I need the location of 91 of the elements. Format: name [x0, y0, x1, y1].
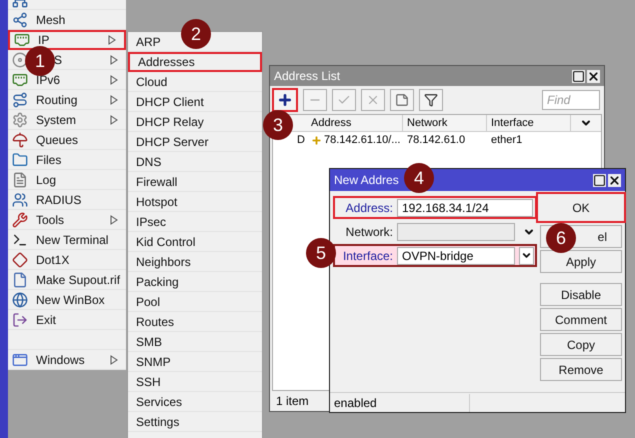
dialog-button[interactable]: Disable [540, 283, 622, 306]
submenu-item[interactable]: DNS [128, 152, 262, 172]
close-icon[interactable] [608, 174, 621, 186]
wrench-icon [12, 212, 28, 228]
table-cell-text: D [297, 133, 305, 148]
menu-item[interactable]: Exit [8, 310, 126, 330]
menu-item[interactable]: Mesh [8, 10, 126, 30]
route-icon [12, 92, 28, 108]
submenu-item[interactable]: DHCP Server [128, 132, 262, 152]
ethernet-port-icon [14, 32, 30, 48]
submenu-item[interactable]: Kid Control [128, 232, 262, 252]
note-button[interactable] [390, 89, 414, 111]
submenu-item[interactable]: DHCP Client [128, 92, 262, 112]
menu-item[interactable]: Routing [8, 90, 126, 110]
step-badge: 2 [181, 19, 211, 49]
menu-item[interactable]: IP [8, 30, 126, 50]
ethernet-port-icon [12, 72, 28, 88]
input-field[interactable]: 192.168.34.1/24 [397, 198, 533, 216]
cross-icon [366, 93, 380, 107]
maximize-icon[interactable] [572, 70, 585, 82]
exit-icon [12, 312, 28, 328]
dialog-button[interactable]: Remove [540, 358, 622, 381]
globe-icon [12, 292, 28, 308]
input-field[interactable] [397, 222, 515, 240]
terminal-icon [12, 232, 28, 248]
field-label: Address: [344, 200, 393, 216]
menu-item[interactable]: Tools [8, 210, 126, 230]
menu-item[interactable]: Dot1X [8, 250, 126, 270]
field-label: Interface: [342, 248, 393, 264]
check-button[interactable] [332, 89, 356, 111]
umbrella-icon [12, 132, 28, 148]
submenu-item[interactable]: SMB [128, 332, 262, 352]
table-cell-text: 78.142.61.0 [406, 133, 466, 148]
submenu-item[interactable]: SSH [128, 372, 262, 392]
menu-item[interactable]: Make Supout.rif [8, 270, 126, 290]
dialog-button[interactable]: Copy [540, 333, 622, 356]
submenu-item[interactable]: SNMP [128, 352, 262, 372]
submenu-item[interactable]: Hotspot [128, 192, 262, 212]
menu-item[interactable]: Files [8, 150, 126, 170]
menu-item[interactable]: New WinBox [8, 290, 126, 310]
submenu-item[interactable]: IPsec [128, 212, 262, 232]
file-icon [12, 272, 28, 288]
filter-icon [424, 93, 438, 107]
note-icon [395, 93, 409, 107]
plus-icon [277, 92, 293, 108]
document-icon [12, 172, 28, 188]
submenu-item[interactable]: DHCP Relay [128, 112, 262, 132]
filter-button[interactable] [419, 89, 443, 111]
network-icon [12, 12, 28, 28]
status-text: enabled [330, 394, 470, 412]
menu-item[interactable]: New Terminal [8, 230, 126, 250]
submenu-item[interactable]: Settings [128, 412, 262, 432]
dropdown-button[interactable] [519, 246, 534, 264]
menu-item[interactable]: RADIUS [8, 190, 126, 210]
folder-icon [12, 152, 28, 168]
dialog-button[interactable]: OK [536, 192, 626, 223]
column-header[interactable]: Address [307, 115, 403, 131]
submenu-item[interactable]: Addresses [128, 52, 262, 72]
window-title: New Addres [334, 172, 399, 189]
field-label: Network: [344, 224, 393, 240]
gear-icon [12, 112, 28, 128]
table-cell-text: ether1 [490, 133, 524, 148]
dialog-button[interactable]: Apply [540, 250, 622, 273]
plus-icon [311, 135, 322, 146]
menu-item[interactable]: System [8, 110, 126, 130]
close-icon[interactable] [587, 70, 600, 82]
chevron-down-icon [521, 250, 532, 261]
window-icon [12, 352, 28, 368]
find-field[interactable]: Find [542, 90, 600, 110]
submenu-item[interactable]: Firewall [128, 172, 262, 192]
submenu-item[interactable]: Routes [128, 312, 262, 332]
submenu-item[interactable]: Pool [128, 292, 262, 312]
menu-item[interactable]: Log [8, 170, 126, 190]
maximize-icon[interactable] [593, 174, 606, 186]
diamond-icon [12, 252, 28, 268]
add-button[interactable] [272, 88, 298, 112]
submenu-item[interactable]: Services [128, 392, 262, 412]
submenu-item[interactable]: Neighbors [128, 252, 262, 272]
submenu-item[interactable]: Cloud [128, 72, 262, 92]
table-cell-text: 78.142.61.10/... [324, 133, 400, 148]
column-header[interactable]: Network [403, 115, 487, 131]
menu-item[interactable]: Windows [8, 350, 126, 370]
submenu-item[interactable]: Packing [128, 272, 262, 292]
status-text: 1 item [275, 393, 310, 410]
disc-icon [12, 52, 28, 68]
menu-item[interactable]: Queues [8, 130, 126, 150]
column-header[interactable]: Interface [487, 115, 571, 131]
window-title: Address List [274, 68, 340, 85]
dialog-button[interactable]: Comment [540, 308, 622, 331]
input-field[interactable]: OVPN-bridge [397, 246, 515, 264]
users-icon [12, 192, 28, 208]
